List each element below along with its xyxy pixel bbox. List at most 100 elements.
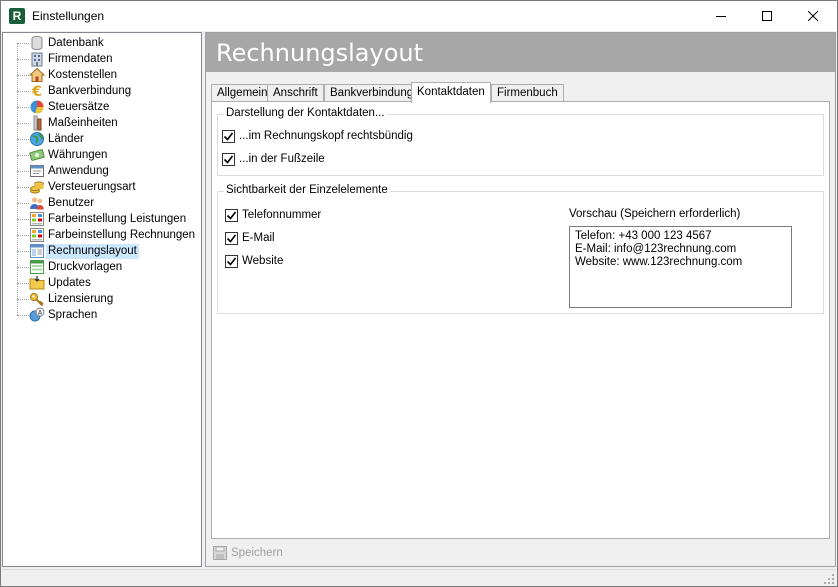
save-button[interactable]: Speichern bbox=[212, 545, 283, 561]
tree-item-label: Länder bbox=[48, 133, 84, 145]
ruler-icon bbox=[29, 115, 45, 131]
group-sichtbarkeit: Sichtbarkeit der Einzelelemente Telefonn… bbox=[217, 184, 824, 314]
tree-item-steuersätze[interactable]: Steuersätze bbox=[3, 99, 201, 115]
app-logo-icon: R bbox=[9, 8, 25, 24]
tree-connector bbox=[17, 251, 29, 252]
tree-item-label: Währungen bbox=[48, 149, 108, 161]
maximize-icon bbox=[762, 11, 772, 21]
tree-connector bbox=[17, 315, 29, 316]
tree-connector bbox=[17, 75, 29, 76]
tree-item-maßeinheiten[interactable]: Maßeinheiten bbox=[3, 115, 201, 131]
tab-kontaktdaten[interactable]: Kontaktdaten bbox=[411, 82, 491, 103]
tree-item-farbeinstellung-leistungen[interactable]: Farbeinstellung Leistungen bbox=[3, 211, 201, 227]
tree-item-versteuerungsart[interactable]: Versteuerungsart bbox=[3, 179, 201, 195]
tree-item-firmendaten[interactable]: Firmendaten bbox=[3, 51, 201, 67]
tab-anschrift[interactable]: Anschrift bbox=[267, 84, 324, 102]
preview-line-email: E-Mail: info@123rechnung.com bbox=[575, 243, 737, 255]
checkmark-icon bbox=[223, 155, 234, 164]
color-grid-icon bbox=[29, 227, 45, 243]
tree-connector bbox=[17, 43, 29, 44]
tree-item-label: Versteuerungsart bbox=[48, 181, 136, 193]
tree-item-updates[interactable]: Updates bbox=[3, 275, 201, 291]
checkbox-email[interactable] bbox=[225, 231, 238, 245]
tree-connector bbox=[17, 187, 29, 188]
house-icon bbox=[28, 67, 46, 83]
group-darstellung-title: Darstellung der Kontaktdaten... bbox=[224, 107, 387, 119]
option-website[interactable]: Website bbox=[225, 253, 283, 269]
tree-item-bankverbindung[interactable]: € Bankverbindung bbox=[3, 83, 201, 100]
color-grid-icon bbox=[29, 211, 45, 227]
preview-label: Vorschau (Speichern erforderlich) bbox=[569, 208, 741, 220]
tab-firmenbuch[interactable]: Firmenbuch bbox=[491, 84, 564, 102]
window-title: Einstellungen bbox=[32, 9, 105, 23]
checkmark-icon bbox=[226, 257, 237, 266]
tree-item-kostenstellen[interactable]: Kostenstellen bbox=[3, 67, 201, 83]
option-fusszeile-label: ...in der Fußzeile bbox=[239, 153, 325, 165]
title-bar[interactable]: R Einstellungen bbox=[1, 1, 837, 31]
tab-bankverbindung[interactable]: Bankverbindung bbox=[324, 84, 420, 102]
key-icon bbox=[29, 291, 45, 307]
building-icon bbox=[29, 51, 45, 67]
option-fusszeile[interactable]: ...in der Fußzeile bbox=[222, 151, 325, 167]
update-folder-icon bbox=[29, 275, 45, 291]
tree-item-label: Lizensierung bbox=[48, 293, 114, 305]
tab-page-kontaktdaten: Darstellung der Kontaktdaten... ...im Re… bbox=[211, 101, 830, 539]
svg-text:€: € bbox=[31, 84, 42, 99]
tree-connector bbox=[17, 107, 29, 108]
checkbox-rechnungskopf[interactable] bbox=[222, 129, 235, 143]
tree-connector bbox=[17, 139, 29, 140]
tree-item-label: Updates bbox=[48, 277, 91, 289]
users-icon bbox=[29, 195, 45, 211]
option-email[interactable]: E-Mail bbox=[225, 230, 275, 246]
tree-item-label: Datenbank bbox=[48, 37, 104, 49]
option-rechnungskopf[interactable]: ...im Rechnungskopf rechtsbündig bbox=[222, 128, 413, 144]
save-label: Speichern bbox=[231, 547, 283, 559]
minimize-icon bbox=[716, 16, 726, 17]
checkmark-icon bbox=[226, 211, 237, 220]
tree-item-label: Rechnungslayout bbox=[46, 244, 139, 259]
tree-connector bbox=[17, 235, 29, 236]
globe-icon bbox=[29, 131, 45, 147]
tree-item-label: Sprachen bbox=[48, 309, 98, 321]
tree-item-label: Farbeinstellung Rechnungen bbox=[48, 229, 196, 241]
group-sichtbarkeit-title: Sichtbarkeit der Einzelelemente bbox=[224, 184, 390, 196]
tree-item-länder[interactable]: Länder bbox=[3, 131, 201, 147]
tree-item-sprachen[interactable]: A Sprachen bbox=[3, 307, 201, 323]
checkbox-telefonnummer[interactable] bbox=[225, 208, 238, 222]
database-icon bbox=[29, 35, 45, 51]
tree-connector bbox=[17, 203, 29, 204]
tree-connector bbox=[17, 171, 29, 172]
option-telefonnummer[interactable]: Telefonnummer bbox=[225, 207, 321, 223]
resize-grip-icon[interactable] bbox=[824, 574, 834, 584]
tree-item-datenbank[interactable]: Datenbank bbox=[3, 35, 201, 51]
euro-icon: € bbox=[29, 83, 45, 100]
tree-item-lizensierung[interactable]: Lizensierung bbox=[3, 291, 201, 307]
tree-item-druckvorlagen[interactable]: Druckvorlagen bbox=[3, 259, 201, 275]
money-icon bbox=[29, 147, 45, 163]
checkbox-fusszeile[interactable] bbox=[222, 152, 235, 166]
tab-allgemein[interactable]: Allgemein bbox=[211, 84, 274, 102]
tree-item-anwendung[interactable]: Anwendung bbox=[3, 163, 201, 179]
tree-item-label: Maßeinheiten bbox=[48, 117, 118, 129]
tree-connector bbox=[17, 219, 29, 220]
tree-connector bbox=[17, 267, 29, 268]
tree-item-label: Steuersätze bbox=[48, 101, 110, 113]
settings-tree[interactable]: Datenbank Firmendaten Kostenstellen € Bankve… bbox=[2, 32, 202, 567]
close-button[interactable] bbox=[790, 1, 836, 31]
tree-item-label: Benutzer bbox=[48, 197, 95, 209]
tree-item-währungen[interactable]: Währungen bbox=[3, 147, 201, 163]
template-icon bbox=[29, 259, 45, 275]
minimize-button[interactable] bbox=[698, 1, 744, 31]
checkbox-website[interactable] bbox=[225, 254, 238, 268]
maximize-button[interactable] bbox=[744, 1, 790, 31]
tree-connector bbox=[17, 59, 29, 60]
page-title: Rechnungslayout bbox=[216, 39, 424, 67]
floppy-disk-icon bbox=[213, 546, 227, 560]
content-panel: Rechnungslayout Allgemein Anschrift Bank… bbox=[205, 32, 836, 567]
tree-item-benutzer[interactable]: Benutzer bbox=[3, 195, 201, 211]
tree-connector bbox=[17, 91, 29, 92]
checkmark-icon bbox=[223, 132, 234, 141]
tree-item-label: Druckvorlagen bbox=[48, 261, 123, 273]
tree-item-rechnungslayout[interactable]: Rechnungslayout bbox=[3, 243, 201, 259]
tree-item-farbeinstellung-rechnungen[interactable]: Farbeinstellung Rechnungen bbox=[3, 227, 201, 243]
